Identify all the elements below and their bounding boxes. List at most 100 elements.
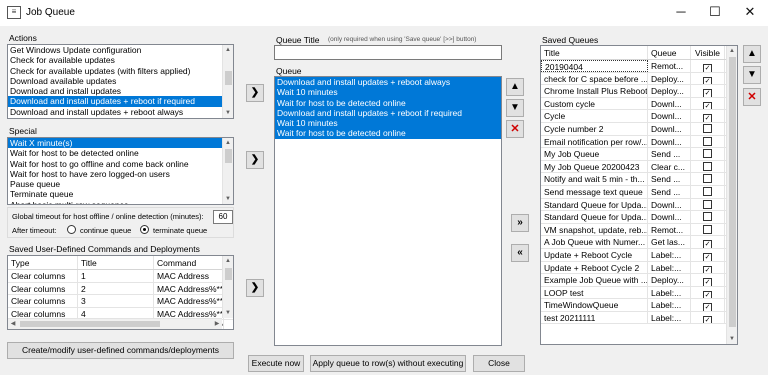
action-item[interactable]: Get Windows Update configuration [8,45,233,55]
visible-checkbox[interactable]: ✓ [703,278,712,286]
maximize-button[interactable]: ☐ [698,0,732,24]
visible-checkbox[interactable] [703,199,712,209]
move-down-button[interactable]: ▼ [506,99,524,117]
load-queue-button[interactable]: « [511,244,529,262]
saved-queue-row[interactable]: Update + Reboot Cycle Label:... ✓ [541,248,737,262]
visible-checkbox[interactable] [703,136,712,146]
saved-queues-grid[interactable]: Title Queue Visible 20190404 Remot... ✓ che… [540,45,738,345]
visible-checkbox[interactable] [703,224,712,234]
visible-checkbox[interactable]: ✓ [703,265,712,274]
user-commands-hscroll[interactable]: ◀ ▶ [8,318,222,329]
table-row[interactable]: Clear columns 1 MAC Address [8,270,233,283]
special-item[interactable]: Pause queue [8,179,233,189]
column-visible[interactable]: Visible [691,46,725,59]
saved-queue-row[interactable]: Custom cycle Downl... ✓ [541,97,737,111]
visible-checkbox[interactable] [703,186,712,196]
column-type[interactable]: Type [8,256,78,269]
scroll-thumb[interactable] [729,57,736,327]
visible-checkbox[interactable] [703,123,712,133]
special-scrollbar[interactable]: ▲ ▼ [222,138,233,204]
table-row[interactable]: Clear columns 2 MAC Address%**% [8,282,233,296]
visible-checkbox[interactable]: ✓ [703,240,712,248]
scroll-right-icon[interactable]: ▶ [212,319,222,329]
saved-queue-row[interactable]: Chrome Install Plus Reboot Deploy... ✓ [541,85,737,98]
actions-list[interactable]: Get Windows Update configuration Check fo… [7,44,234,119]
queue-item[interactable]: Download and install updates + reboot if… [275,107,501,119]
saved-queue-row[interactable]: Standard Queue for Upda... Downl... [541,198,737,212]
add-action-button[interactable]: ❯ [246,84,264,102]
saved-queues-scrollbar[interactable]: ▲ ▼ [726,46,737,344]
queue-title-input[interactable] [274,45,502,60]
action-item[interactable]: Check for available updates [8,55,233,65]
saved-queue-row[interactable]: Standard Queue for Upda... Downl... [541,211,737,224]
save-queue-button[interactable]: » [511,214,529,232]
saved-queue-row[interactable]: Send message text queue Send ... [541,185,737,199]
queue-item[interactable]: Wait for host to be detected online [275,128,501,139]
saved-queue-row[interactable]: Cycle Downl... ✓ [541,110,737,123]
visible-checkbox[interactable]: ✓ [703,303,712,311]
scroll-thumb[interactable] [20,321,160,327]
queue-item[interactable]: Wait 10 minutes [275,118,501,129]
scroll-down-icon[interactable]: ▼ [223,194,233,204]
special-item[interactable]: Wait for host to be detected online [8,148,233,158]
scroll-left-icon[interactable]: ◀ [8,319,18,329]
saved-queue-row[interactable]: TimeWindowQueue Label:... ✓ [541,299,737,312]
saved-queue-row[interactable]: Example Job Queue with ... Deploy... ✓ [541,274,737,287]
execute-now-button[interactable]: Execute now [248,355,304,372]
apply-queue-button[interactable]: Apply queue to row(s) without executing [310,355,466,372]
add-user-command-button[interactable]: ❯ [246,279,264,297]
special-list[interactable]: Wait X minute(s) Wait for host to be dete… [7,137,234,205]
scroll-thumb[interactable] [225,71,232,85]
saved-queue-row[interactable]: Cycle number 2 Downl... [541,122,737,136]
queue-list[interactable]: Download and install updates + reboot al… [274,76,502,346]
saved-queue-row[interactable]: A Job Queue with Numer... Get las... ✓ [541,236,737,249]
column-title[interactable]: Title [78,256,154,269]
action-item[interactable]: Check for available updates (with filter… [8,66,233,76]
special-item[interactable]: Wait X minute(s) [8,138,233,149]
saved-move-up-button[interactable]: ▲ [743,45,761,63]
saved-queue-row[interactable]: VM snapshot, update, reb... Remot... [541,223,737,237]
visible-checkbox[interactable]: ✓ [703,290,712,299]
move-up-button[interactable]: ▲ [506,78,524,96]
scroll-down-icon[interactable]: ▼ [223,308,233,318]
scroll-up-icon[interactable]: ▲ [727,46,737,56]
action-item[interactable]: Download and install updates [8,86,233,96]
terminate-queue-radio[interactable] [140,225,149,234]
delete-saved-queue-button[interactable]: ✕ [743,88,761,106]
visible-checkbox[interactable]: ✓ [703,64,712,72]
column-command[interactable]: Command [154,256,224,269]
user-commands-vscroll[interactable]: ▲ ▼ [222,256,233,318]
visible-checkbox[interactable] [703,174,712,184]
continue-queue-radio[interactable] [67,225,76,234]
visible-checkbox[interactable] [703,161,712,171]
scroll-up-icon[interactable]: ▲ [223,256,233,266]
scroll-up-icon[interactable]: ▲ [223,138,233,148]
action-item[interactable]: Download and install updates + reboot al… [8,107,233,117]
close-window-button[interactable]: ✕ [733,0,767,24]
saved-queue-row[interactable]: Update + Reboot Cycle 2 Label:... ✓ [541,261,737,275]
saved-queue-row[interactable]: My Job Queue 20200423 Clear c... [541,160,737,174]
timeout-input[interactable]: 60 [213,210,233,224]
saved-queue-row[interactable]: check for C space before ... Deploy... ✓ [541,72,737,86]
close-button[interactable]: Close [473,355,525,372]
visible-checkbox[interactable]: ✓ [703,315,712,324]
queue-item[interactable]: Wait for host to be detected online [275,97,501,108]
queue-item[interactable]: Download and install updates + reboot al… [275,77,501,88]
table-row[interactable]: Clear columns 3 MAC Address%**% [8,295,233,308]
action-item[interactable]: Download available updates [8,76,233,86]
special-item[interactable]: Terminate queue [8,189,233,199]
scroll-thumb[interactable] [225,268,232,280]
saved-queue-row[interactable]: 20190404 Remot... ✓ [541,60,737,73]
saved-queue-row[interactable]: My Job Queue Send ... [541,148,737,161]
saved-move-down-button[interactable]: ▼ [743,66,761,84]
visible-checkbox[interactable] [703,212,712,222]
visible-checkbox[interactable]: ✓ [703,252,712,261]
special-item[interactable]: Wait for host to go offline and come bac… [8,159,233,169]
saved-queue-row[interactable]: Notify and wait 5 min - th... Send ... [541,173,737,186]
user-commands-grid[interactable]: Type Title Command Clear columns 1 MAC Add… [7,255,234,330]
remove-queue-item-button[interactable]: ✕ [506,120,524,138]
visible-checkbox[interactable]: ✓ [703,114,712,122]
create-modify-commands-button[interactable]: Create/modify user-defined commands/depl… [7,342,234,359]
column-queue[interactable]: Queue [648,46,691,59]
add-special-button[interactable]: ❯ [246,151,264,169]
